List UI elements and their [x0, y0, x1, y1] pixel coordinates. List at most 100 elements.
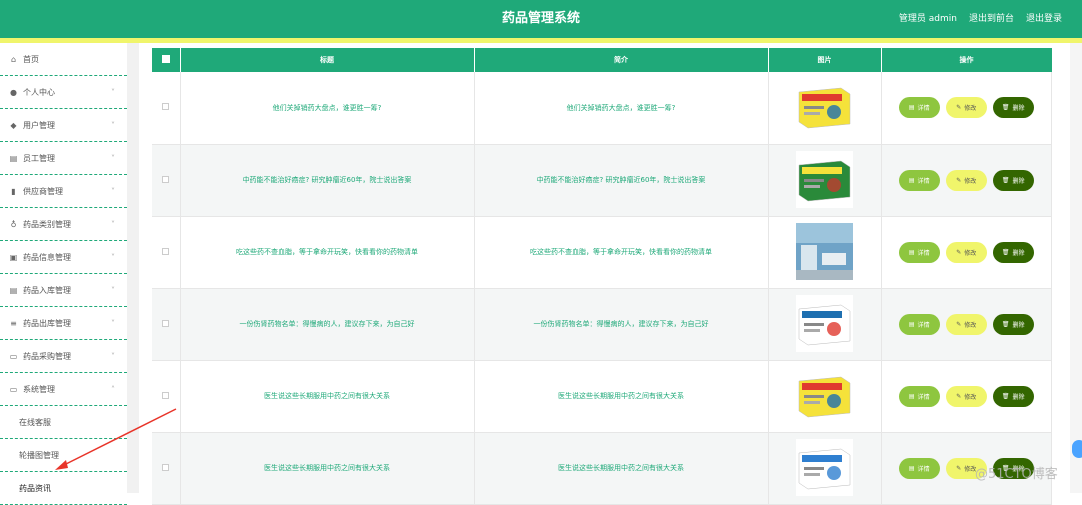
detail-label: 详情	[917, 105, 930, 113]
row-checkbox[interactable]	[162, 175, 170, 183]
delete-label: 删除	[1012, 321, 1025, 329]
chevron-down-icon: ˅	[111, 252, 115, 262]
sidebar-item[interactable]: ● 个人中心 ˅	[0, 76, 127, 109]
sidebar-scrollbar[interactable]	[127, 43, 139, 493]
row-checkbox[interactable]	[162, 247, 170, 255]
sidebar-item[interactable]: ▤ 员工管理 ˅	[0, 142, 127, 175]
row-thumbnail	[796, 150, 853, 208]
sidebar-item[interactable]: ▮ 供应商管理 ˅	[0, 175, 127, 208]
sidebar-subitem[interactable]: 药品资讯	[0, 472, 127, 505]
sidebar-item[interactable]: ▭ 药品采购管理 ˅	[0, 340, 127, 373]
detail-button[interactable]: ▤ 详情	[898, 169, 940, 191]
select-all-header[interactable]	[152, 48, 181, 72]
row-actions: ▤ 详情 ✎ 修改 🗑 删除	[881, 72, 1052, 145]
trash-icon: 🗑	[1001, 248, 1010, 256]
row-select-cell[interactable]	[152, 288, 181, 361]
back-to-frontend-link[interactable]: 退出到前台	[969, 0, 1014, 38]
detail-icon: ▤	[908, 176, 915, 184]
table-row: 医生说这些长期服用中药之间有很大关系 医生说这些长期服用中药之间有很大关系 ▤ 详情 ✎…	[152, 432, 1052, 505]
row-intro: 他们关掉销药大盘点，谁更胜一筹?	[474, 72, 769, 145]
floating-help-button[interactable]	[1072, 440, 1082, 458]
sidebar-item[interactable]: ▣ 药品信息管理 ˅	[0, 241, 127, 274]
row-image-cell	[768, 288, 882, 361]
home-icon: ⌂	[10, 54, 17, 64]
detail-icon: ▤	[908, 104, 915, 112]
row-intro: 医生说这些长期服用中药之间有很大关系	[474, 360, 769, 433]
sidebar-subitem[interactable]: 轮播图管理	[0, 439, 127, 472]
row-select-cell[interactable]	[152, 216, 181, 289]
row-intro: 吃这些药不查血脂，等于拿命开玩笑，快看看你的药物清单	[474, 216, 769, 289]
row-intro: 一份伤肾药物名单：得慢病的人，建议存下来，为自己好	[474, 288, 769, 361]
delete-button[interactable]: 🗑 删除	[992, 241, 1034, 263]
chart-icon: ▮	[11, 186, 16, 196]
detail-button[interactable]: ▤ 详情	[898, 385, 940, 407]
sidebar-item[interactable]: ≡ 药品出库管理 ˅	[0, 307, 127, 340]
column-header-title: 标题	[180, 48, 475, 72]
main-content: 标题 简介 图片 操作 他们关掉销药大盘点，谁更胜一筹? 他们关掉销药大盘点，谁更…	[152, 48, 1052, 505]
delete-button[interactable]: 🗑 删除	[992, 313, 1034, 335]
sidebar-item[interactable]: ⌂ 首页	[0, 43, 127, 76]
sidebar-subitem[interactable]: 在线客服	[0, 406, 127, 439]
row-actions: ▤ 详情 ✎ 修改 🗑 删除	[881, 216, 1052, 289]
page-scrollbar[interactable]	[1070, 43, 1082, 493]
sidebar-item-label: 药品入库管理	[23, 285, 71, 295]
list-icon: ≡	[10, 318, 17, 328]
header-accent-line	[0, 38, 1082, 43]
sidebar-item-label: 药品出库管理	[23, 318, 71, 328]
row-select-cell[interactable]	[152, 360, 181, 433]
user-icon: ●	[10, 87, 17, 97]
sidebar-item[interactable]: ♁ 药品类别管理 ˅	[0, 208, 127, 241]
row-title: 他们关掉销药大盘点，谁更胜一筹?	[180, 72, 475, 145]
row-checkbox[interactable]	[162, 463, 170, 471]
detail-button[interactable]: ▤ 详情	[898, 457, 940, 479]
detail-label: 详情	[917, 177, 930, 185]
edit-icon: ✎	[956, 176, 962, 184]
monitor-icon: ▭	[9, 384, 18, 394]
row-checkbox[interactable]	[162, 103, 170, 111]
edit-icon: ✎	[956, 464, 962, 472]
clipboard-icon: ▤	[9, 153, 18, 163]
row-select-cell[interactable]	[152, 72, 181, 145]
row-actions: ▤ 详情 ✎ 修改 🗑 删除	[881, 360, 1052, 433]
edit-button[interactable]: ✎ 修改	[945, 169, 987, 191]
edit-button[interactable]: ✎ 修改	[945, 385, 987, 407]
delete-label: 删除	[1012, 177, 1025, 185]
sidebar-item[interactable]: ▤ 药品入库管理 ˅	[0, 274, 127, 307]
row-title: 医生说这些长期服用中药之间有很大关系	[180, 432, 475, 505]
row-title: 中药能不能治好癌症? 研究肿瘤近60年，院士说出答案	[180, 144, 475, 217]
delete-button[interactable]: 🗑 删除	[992, 169, 1034, 191]
row-select-cell[interactable]	[152, 144, 181, 217]
edit-button[interactable]: ✎ 修改	[945, 313, 987, 335]
monitor-icon: ▭	[9, 351, 18, 361]
select-all-checkbox[interactable]	[161, 55, 170, 63]
row-image-cell	[768, 144, 882, 217]
row-select-cell[interactable]	[152, 432, 181, 505]
logout-link[interactable]: 退出登录	[1026, 0, 1062, 38]
sidebar-item[interactable]: ▭ 系统管理 ˄	[0, 373, 127, 406]
detail-label: 详情	[917, 249, 930, 257]
row-checkbox[interactable]	[162, 319, 170, 327]
edit-button[interactable]: ✎ 修改	[945, 97, 987, 119]
detail-button[interactable]: ▤ 详情	[898, 241, 940, 263]
detail-button[interactable]: ▤ 详情	[898, 97, 940, 119]
chevron-down-icon: ˅	[111, 219, 115, 229]
sidebar-item[interactable]: ◆ 用户管理 ˅	[0, 109, 127, 142]
row-thumbnail	[796, 294, 853, 352]
edit-label: 修改	[964, 321, 977, 329]
delete-button[interactable]: 🗑 删除	[992, 97, 1034, 119]
edit-label: 修改	[964, 393, 977, 401]
detail-label: 详情	[917, 465, 930, 473]
table-row: 他们关掉销药大盘点，谁更胜一筹? 他们关掉销药大盘点，谁更胜一筹? ▤ 详情 ✎ 修改 🗑 删…	[152, 72, 1052, 145]
edit-icon: ✎	[956, 320, 962, 328]
edit-label: 修改	[964, 249, 977, 257]
edit-button[interactable]: ✎ 修改	[945, 241, 987, 263]
sidebar-item-label: 药品类别管理	[23, 219, 71, 229]
trash-icon: 🗑	[1001, 392, 1010, 400]
row-checkbox[interactable]	[162, 391, 170, 399]
row-image-cell	[768, 216, 882, 289]
edit-icon: ✎	[956, 248, 962, 256]
detail-button[interactable]: ▤ 详情	[898, 313, 940, 335]
row-thumbnail	[796, 366, 853, 424]
edit-label: 修改	[964, 105, 977, 113]
delete-button[interactable]: 🗑 删除	[992, 385, 1034, 407]
